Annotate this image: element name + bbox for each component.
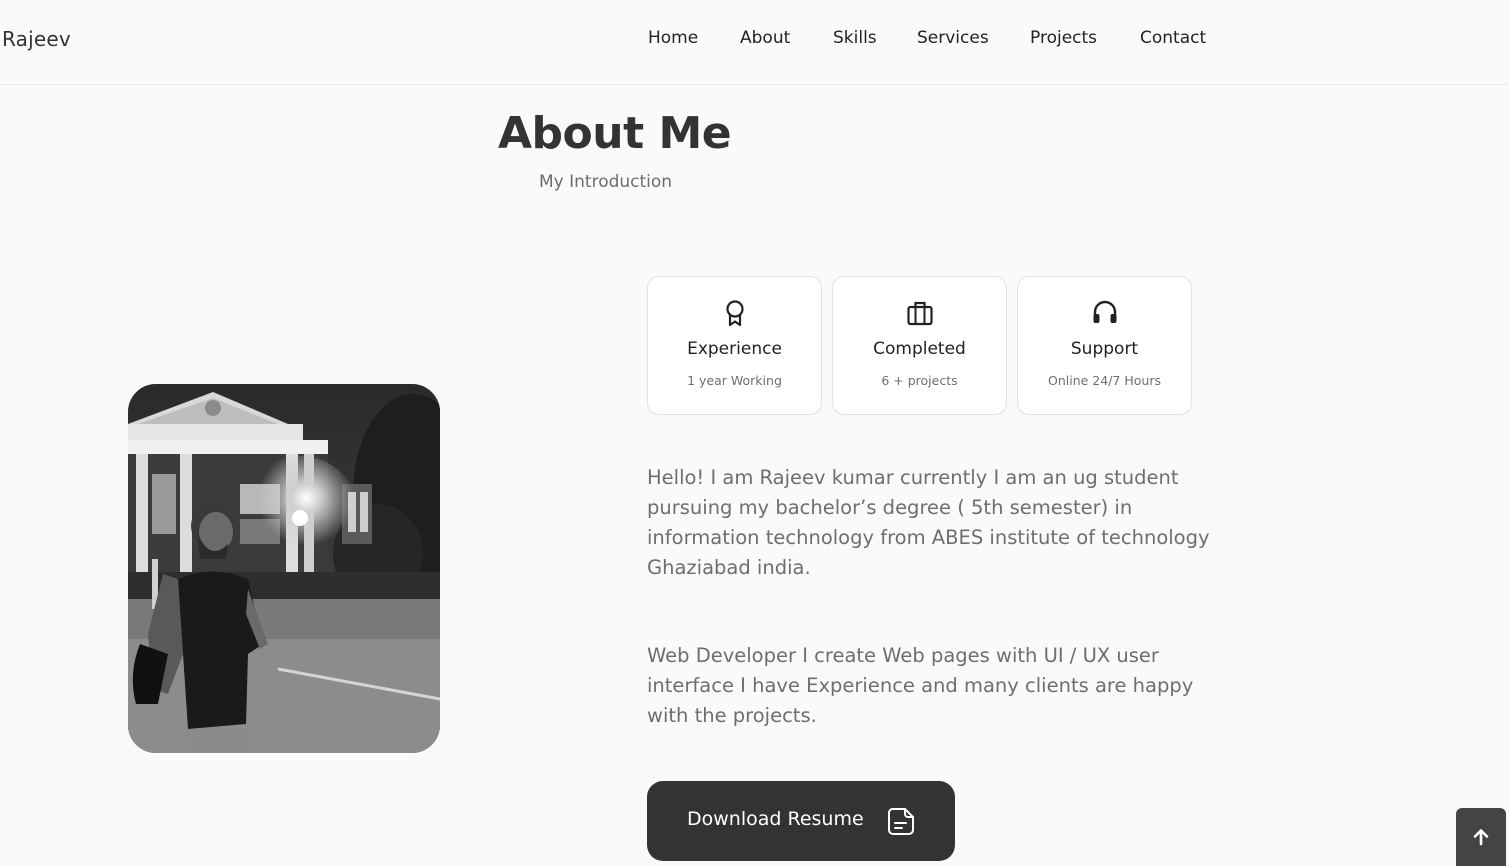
card-title: Experience — [687, 339, 782, 359]
card-title: Support — [1070, 339, 1139, 359]
nav-link-services[interactable]: Services — [917, 28, 989, 48]
card-subtitle: 6 + projects — [881, 373, 958, 388]
card-subtitle: Online 24/7 Hours — [1048, 373, 1161, 388]
nav-link-contact[interactable]: Contact — [1140, 28, 1206, 48]
section-title: About Me — [498, 108, 732, 159]
briefcase-icon — [833, 299, 1006, 327]
about-paragraph-developer: Web Developer I create Web pages with UI… — [647, 644, 1194, 727]
scroll-top-button[interactable] — [1456, 808, 1506, 866]
nav-link-skills[interactable]: Skills — [833, 28, 877, 48]
document-icon — [886, 806, 916, 836]
nav-link-about[interactable]: About — [740, 28, 790, 48]
card-subtitle: 1 year Working — [687, 373, 782, 388]
card-title: Completed — [873, 339, 966, 359]
info-card-experience: Experience 1 year Working — [647, 276, 822, 415]
about-paragraph-intro: Hello! I am Rajeev kumar currently I am … — [647, 466, 1210, 579]
info-card-completed: Completed 6 + projects — [832, 276, 1007, 415]
nav-link-home[interactable]: Home — [648, 28, 698, 48]
site-header: Rajeev Home About Skills Services Projec… — [0, 0, 1509, 85]
profile-photo — [128, 384, 440, 753]
headset-icon — [1018, 299, 1191, 327]
download-resume-label: Download Resume — [687, 808, 864, 830]
section-subtitle: My Introduction — [539, 172, 673, 192]
info-card-support: Support Online 24/7 Hours — [1017, 276, 1192, 415]
arrow-up-icon — [1473, 829, 1489, 846]
award-icon — [648, 299, 821, 327]
nav-link-projects[interactable]: Projects — [1030, 28, 1097, 48]
download-resume-button[interactable]: Download Resume — [647, 781, 955, 861]
main-nav: Home About Skills Services Projects Cont… — [0, 28, 1509, 52]
